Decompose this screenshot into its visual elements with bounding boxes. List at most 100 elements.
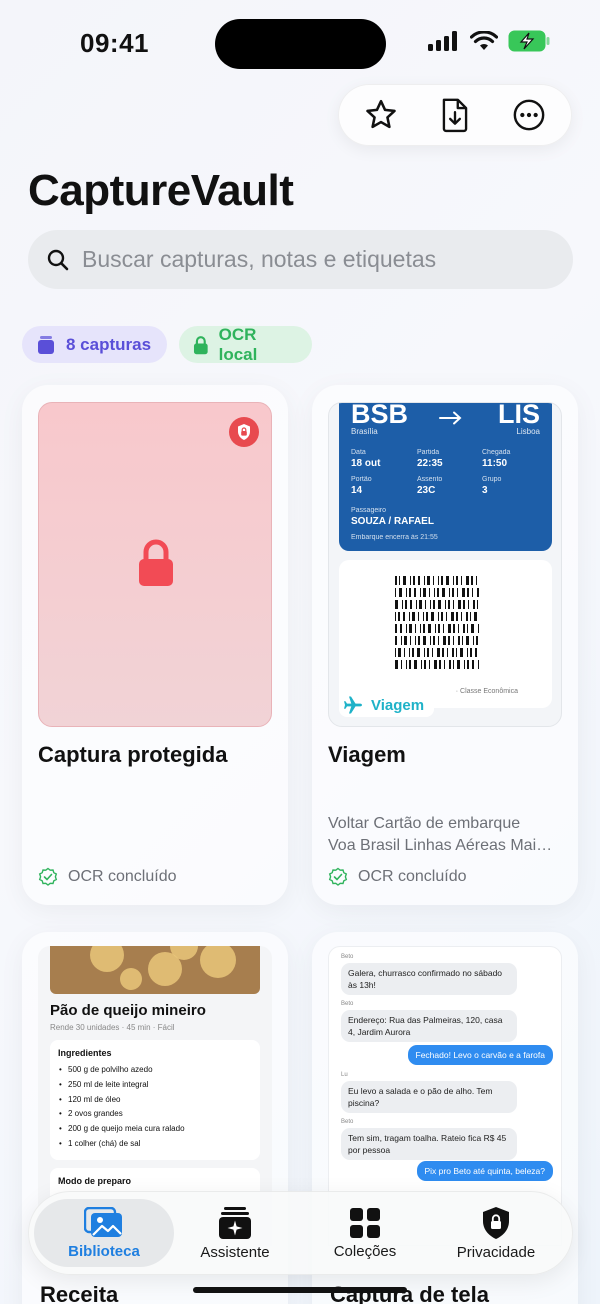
chat-message: Beto Endereço: Rua das Palmeiras, 120, c… xyxy=(341,1001,517,1042)
card-title: Captura protegida xyxy=(38,742,228,767)
description-line: Voltar Cartão de embarque xyxy=(328,815,521,832)
chat-sender: Lu xyxy=(341,1072,348,1078)
category-tag-label: Viagem xyxy=(371,696,425,714)
padlock-icon xyxy=(139,539,173,586)
description-line: Voa Brasil Linhas Aéreas Mai… xyxy=(328,837,553,854)
pass-value: 18 out xyxy=(351,458,381,469)
ingredient-item: 2 ovos grandes xyxy=(58,1107,252,1122)
ocr-status-label: OCR concluído xyxy=(358,868,467,885)
chat-sender: Beto xyxy=(341,954,354,960)
boarding-pass-thumbnail: BSB LIS Brasília Lisboa Data 18 out Part… xyxy=(328,402,562,727)
pass-label: Assento xyxy=(417,476,443,483)
status-bar: 09:41 xyxy=(0,0,600,86)
capture-card-protected[interactable]: Captura protegida OCR concluído xyxy=(22,385,288,905)
boarding-pass-header: BSB LIS Brasília Lisboa Data 18 out Part… xyxy=(339,403,552,551)
pass-value: 14 xyxy=(351,485,363,496)
photos-icon xyxy=(84,1206,122,1237)
card-title: Viagem xyxy=(328,742,406,767)
pass-label: Data xyxy=(351,449,366,456)
top-toolbar xyxy=(338,84,572,146)
ocr-local-chip[interactable]: OCR local xyxy=(179,324,312,364)
document-download-icon xyxy=(442,98,468,133)
recipe-title: Pão de queijo mineiro xyxy=(50,1002,206,1019)
airplane-icon xyxy=(344,696,362,714)
passenger-name: SOUZA / RAFAEL xyxy=(351,516,434,527)
ingredient-item: 500 g de polvilho azedo xyxy=(58,1063,252,1078)
arrow-right-icon xyxy=(439,411,462,425)
verified-badge-icon xyxy=(328,867,348,886)
chat-bubble: Eu levo a salada e o pão de alho. Tem pi… xyxy=(341,1081,517,1113)
ingredient-item: 200 g de queijo meia cura ralado xyxy=(58,1122,252,1137)
more-button[interactable] xyxy=(502,88,556,142)
tab-label: Coleções xyxy=(333,1242,397,1260)
pass-label: Partida xyxy=(417,449,440,456)
chat-bubble: Endereço: Rua das Palmeiras, 120, casa 4… xyxy=(341,1010,517,1042)
grid-icon xyxy=(350,1207,380,1238)
origin-code: BSB xyxy=(351,402,409,429)
recipe-photo xyxy=(50,946,260,994)
card-title: Captura de tela xyxy=(330,1282,489,1304)
capture-card-viagem[interactable]: BSB LIS Brasília Lisboa Data 18 out Part… xyxy=(312,385,578,905)
tab-biblioteca[interactable]: Biblioteca xyxy=(34,1199,174,1267)
star-icon xyxy=(366,99,396,129)
ingredient-item: 1 colher (chá) de sal xyxy=(58,1137,252,1152)
destination-code: LIS xyxy=(497,402,540,429)
pass-value: 3 xyxy=(482,485,488,496)
pass-value: 23C xyxy=(417,485,436,496)
chat-bubble-outgoing: Fechado! Levo o carvão e a farofa xyxy=(407,1045,553,1065)
search-icon xyxy=(47,249,69,270)
ocr-status: OCR concluído xyxy=(38,867,177,887)
ingredients-box: Ingredientes 500 g de polvilho azedo 250… xyxy=(50,1040,260,1160)
captures-count-chip[interactable]: 8 capturas xyxy=(22,326,167,363)
chat-sender: Beto xyxy=(341,1001,354,1007)
status-time: 09:41 xyxy=(80,28,149,58)
chip-label: OCR local xyxy=(218,324,258,364)
origin-city: Brasília xyxy=(351,427,378,436)
stack-icon xyxy=(38,335,54,354)
destination-city: Lisboa xyxy=(516,427,540,436)
pass-label: Chegada xyxy=(482,449,511,456)
chip-label: 8 capturas xyxy=(66,334,152,354)
ingredients-list: 500 g de polvilho azedo 250 ml de leite … xyxy=(58,1063,252,1152)
card-title: Receita xyxy=(40,1282,119,1304)
chat-message: Beto Tem sim, tragam toalha. Rateio fica… xyxy=(341,1119,517,1160)
system-icons xyxy=(428,30,550,52)
tab-label: Privacidade xyxy=(456,1243,536,1261)
pass-label: Passageiro xyxy=(351,507,387,514)
pass-value: 22:35 xyxy=(417,458,443,469)
battery-charging-icon xyxy=(508,30,550,52)
card-description: Voltar Cartão de embarque Voa Brasil Lin… xyxy=(328,813,564,857)
export-button[interactable] xyxy=(428,88,482,142)
recipe-meta: Rende 30 unidades · 45 min · Fácil xyxy=(50,1023,175,1032)
category-tag: Viagem xyxy=(339,693,435,717)
ingredient-item: 250 ml de leite integral xyxy=(58,1078,252,1093)
favorite-button[interactable] xyxy=(354,88,408,142)
pass-label: Grupo xyxy=(482,476,502,483)
ellipsis-circle-icon xyxy=(513,99,545,131)
search-bar[interactable]: Buscar capturas, notas e etiquetas xyxy=(28,230,573,289)
sparkle-icon xyxy=(219,1206,251,1239)
verified-badge-icon xyxy=(38,867,58,886)
chat-message: Beto Galera, churrasco confirmado no sáb… xyxy=(341,954,517,995)
tab-assistente[interactable]: Assistente xyxy=(165,1199,305,1267)
page-title: CaptureVault xyxy=(28,166,294,215)
home-indicator[interactable] xyxy=(193,1287,407,1293)
tab-label: Assistente xyxy=(200,1243,270,1261)
locked-thumbnail xyxy=(38,402,272,727)
ocr-status-label: OCR concluído xyxy=(68,868,177,885)
wifi-icon xyxy=(470,31,498,50)
chat-message: Lu Eu levo a salada e o pão de alho. Tem… xyxy=(341,1072,517,1113)
tab-colecoes[interactable]: Coleções xyxy=(295,1199,435,1267)
ocr-status: OCR concluído xyxy=(328,867,467,887)
chat-bubble: Tem sim, tragam toalha. Rateio fica R$ 4… xyxy=(341,1128,517,1160)
chat-bubble: Galera, churrasco confirmado no sábado à… xyxy=(341,963,517,995)
signal-icon xyxy=(428,31,457,51)
chat-sender: Beto xyxy=(341,1119,354,1125)
tab-privacidade[interactable]: Privacidade xyxy=(426,1199,566,1267)
search-input[interactable]: Buscar capturas, notas e etiquetas xyxy=(82,246,436,273)
class-label: · Classe Econômica xyxy=(455,688,518,695)
pass-label: Portão xyxy=(351,476,372,483)
boarding-closes-text: Embarque encerra às 21:55 xyxy=(351,534,438,541)
ingredient-item: 120 ml de óleo xyxy=(58,1093,252,1108)
boarding-pass-barcode-section: · Classe Econômica xyxy=(339,560,552,708)
